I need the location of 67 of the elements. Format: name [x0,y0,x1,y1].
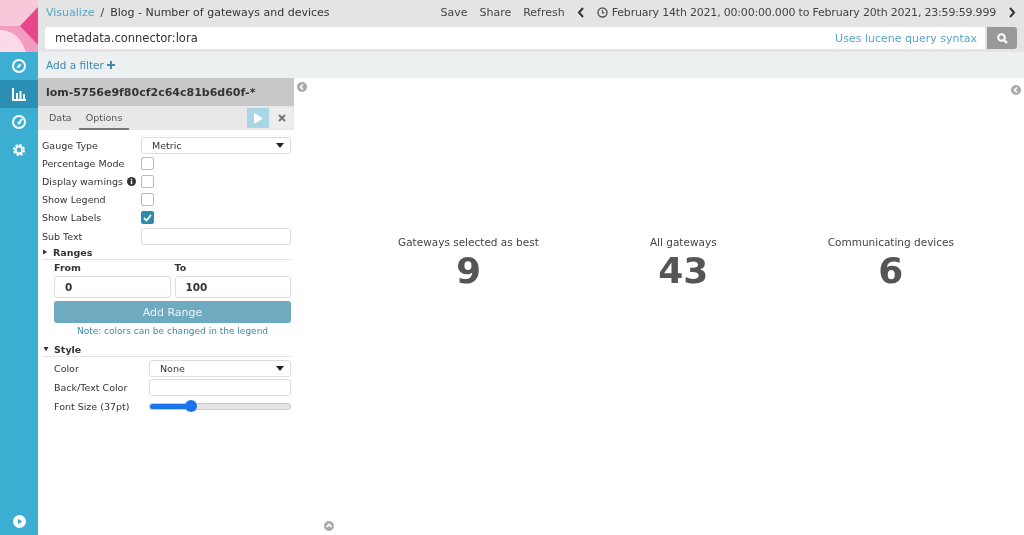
search-button[interactable] [987,27,1017,49]
option-label: Percentage Mode [42,157,125,169]
logo-icon [0,0,38,52]
apply-button[interactable] [247,108,269,128]
metric-label: Gateways selected as best [398,236,539,248]
metric-value: 6 [878,250,904,291]
color-field[interactable] [149,379,291,397]
metric-label: All gateways [649,236,717,248]
option-label: Show Legend [42,194,106,206]
option-label: Font Size (37pt) [54,401,131,413]
bar-chart-icon [12,87,26,101]
breadcrumb-separator: / [100,5,105,19]
expand-icon[interactable] [324,521,334,531]
next-icon[interactable] [1008,6,1016,18]
checkbox[interactable] [141,193,154,207]
clock-icon [596,6,608,18]
play-icon [253,112,263,124]
play-icon [12,514,26,528]
previous-icon[interactable] [576,6,585,18]
settings-icon [12,143,26,157]
plus-icon [106,61,115,69]
column-label: To [174,262,188,274]
legend-note: Note: colors can be changed in the legend [75,326,270,337]
compass-icon [12,59,26,73]
column-label: From [54,262,82,274]
caret-icon [276,142,284,148]
caret-icon[interactable] [43,346,49,352]
checkbox[interactable] [141,174,154,188]
font-size-slider[interactable] [149,403,291,411]
close-icon [278,114,286,122]
toolbar-action[interactable]: Save [440,5,468,19]
option-label: Show Labels [42,212,102,224]
option-label: Color [54,363,80,375]
editor-tab[interactable]: Data [42,106,79,130]
color-select[interactable]: None [149,360,291,378]
discard-button[interactable] [271,108,293,128]
toolbar-action[interactable]: Refresh [523,5,565,19]
nav-item[interactable] [0,80,38,108]
time-range[interactable]: February 14th 2021, 00:00:00.000 to February 20th 2021, 23:59:59.999 [611,5,996,19]
toolbar-action[interactable]: Share [479,5,512,19]
slider-thumb[interactable] [184,400,197,413]
collapse-icon[interactable] [1011,85,1021,95]
page-title: Blog - Number of gateways and devices [110,5,330,19]
option-label: Back/Text Color [54,382,129,394]
caret-icon[interactable] [43,249,48,256]
editor-tab[interactable]: Options [78,106,130,130]
index-pattern-header: lom-5756e9f80cf2c64c81b6d60f-* [38,78,294,106]
sub-text-field[interactable] [141,227,291,245]
checkbox[interactable] [141,211,154,225]
metric-value: 43 [658,250,709,291]
logo[interactable] [0,0,38,52]
option-label: Gauge Type [42,139,98,151]
option-label: Display warnings [42,175,124,187]
caret-icon [276,366,284,372]
range-to-field[interactable]: 100 [174,276,291,299]
checkbox[interactable] [141,156,154,170]
metric-value: 9 [455,250,481,291]
section-title[interactable]: Ranges [53,246,93,258]
query-field[interactable]: metadata.connector:lora Uses lucene query syntax [45,27,985,49]
metric-label: Communicating devices [827,236,954,248]
section-title[interactable]: Style [54,343,82,355]
search-icon [996,32,1008,44]
range-from-field[interactable]: 0 [54,276,171,299]
gauge-type-select[interactable]: Metric [141,136,291,154]
option-label: Sub Text [42,230,83,242]
collapse-icon[interactable] [297,82,307,92]
gauge-icon [12,115,26,129]
